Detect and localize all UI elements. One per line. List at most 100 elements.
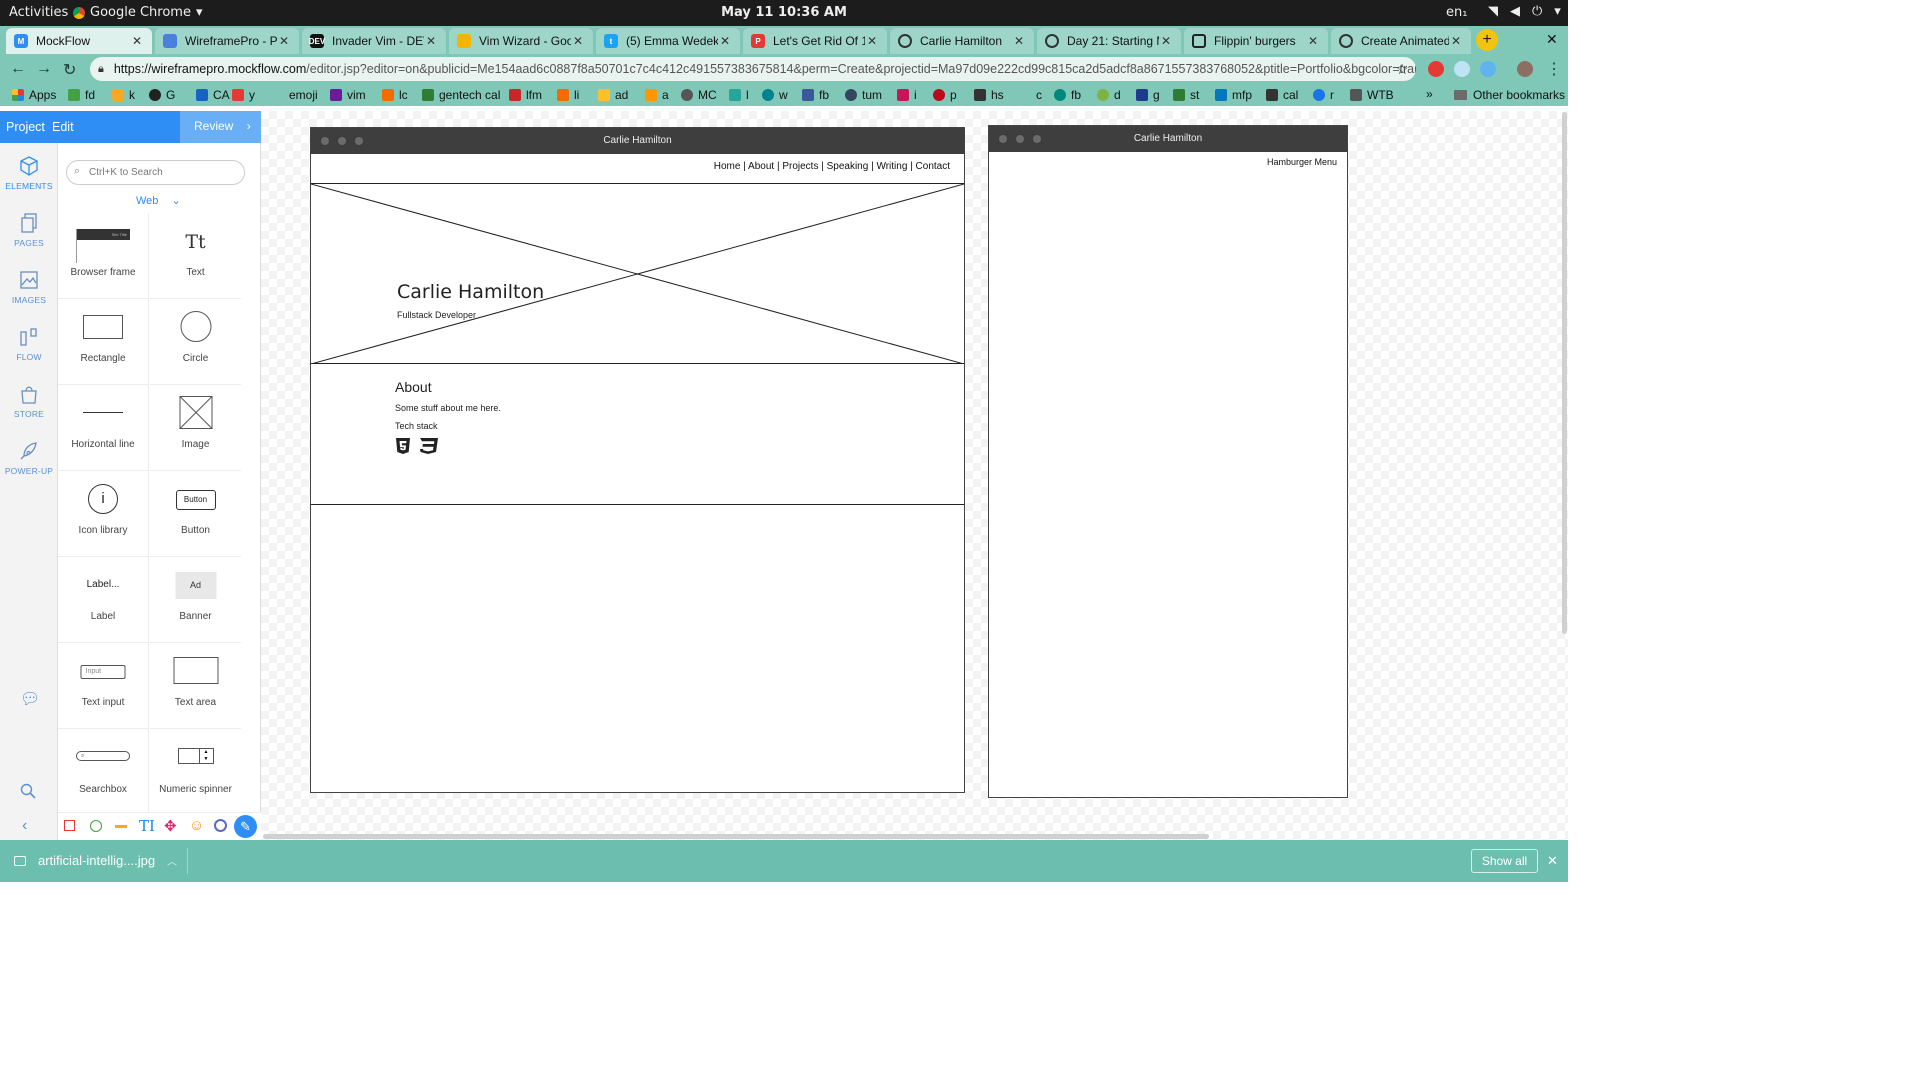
rail-flow[interactable]: FLOW bbox=[0, 326, 58, 362]
tab-flippin-burgers[interactable]: Flippin' burgers ✕ bbox=[1184, 28, 1328, 54]
wifi-icon[interactable]: ◥ bbox=[1488, 4, 1498, 19]
tab-carlie-hamilton[interactable]: Carlie Hamilton ✕ bbox=[890, 28, 1034, 54]
element-banner[interactable]: Ad Banner bbox=[150, 557, 241, 643]
hamburger-menu-label[interactable]: Hamburger Menu bbox=[1267, 157, 1337, 167]
element-text[interactable]: Tt Text bbox=[150, 213, 241, 299]
tab-vim-wizard[interactable]: Vim Wizard - Googl ✕ bbox=[449, 28, 593, 54]
close-icon[interactable]: ✕ bbox=[1159, 34, 1173, 48]
close-icon[interactable]: ✕ bbox=[865, 34, 879, 48]
bookmark-item[interactable]: d bbox=[1097, 88, 1121, 102]
app-menu[interactable]: Google Chrome ▾ bbox=[73, 5, 203, 20]
bookmark-item[interactable]: mfp bbox=[1215, 88, 1252, 102]
vertical-scrollbar[interactable] bbox=[1562, 112, 1567, 634]
menu-project[interactable]: Project bbox=[6, 120, 45, 134]
hero-image-placeholder[interactable]: Carlie Hamilton Fullstack Developer bbox=[311, 183, 964, 364]
element-image[interactable]: Image bbox=[150, 385, 241, 471]
element-horizontal-line[interactable]: Horizontal line bbox=[58, 385, 149, 471]
circle-tool-icon[interactable] bbox=[90, 820, 102, 832]
close-icon[interactable]: ✕ bbox=[1012, 34, 1026, 48]
zoom-icon[interactable] bbox=[20, 783, 36, 799]
bookmark-item[interactable]: vim bbox=[330, 88, 366, 102]
element-searchbox[interactable]: ⌕ Searchbox bbox=[58, 729, 149, 815]
clock[interactable]: May 11 10:36 AM bbox=[721, 5, 847, 20]
profile-avatar[interactable] bbox=[1517, 61, 1533, 77]
address-bar[interactable]: 🔒︎ https://wireframepro.mockflow.com/edi… bbox=[90, 57, 1416, 81]
bookmark-item[interactable]: a bbox=[645, 88, 669, 102]
review-button[interactable]: Review › bbox=[180, 111, 261, 143]
design-canvas[interactable]: Carlie Hamilton Home | About | Projects … bbox=[261, 111, 1568, 840]
text-tool-icon[interactable]: TI bbox=[139, 817, 155, 835]
emoji-tool-icon[interactable]: ☺ bbox=[189, 817, 204, 834]
element-button[interactable]: Button Button bbox=[150, 471, 241, 557]
line-tool-icon[interactable] bbox=[115, 825, 127, 828]
horizontal-scrollbar[interactable] bbox=[263, 834, 1209, 839]
bookmark-item[interactable]: fd bbox=[68, 88, 95, 102]
tab-16-9[interactable]: P Let's Get Rid Of 16:9 ✕ bbox=[743, 28, 887, 54]
chat-icon[interactable]: 💬︎ bbox=[20, 689, 40, 709]
bookmark-item[interactable]: G bbox=[149, 88, 175, 102]
element-label[interactable]: Label... Label bbox=[58, 557, 149, 643]
tab-mockflow[interactable]: M MockFlow ✕ bbox=[6, 28, 152, 54]
bookmark-item[interactable]: ad bbox=[598, 88, 628, 102]
search-input[interactable]: ⌕ Ctrl+K to Search bbox=[66, 160, 245, 185]
move-tool-icon[interactable]: ✥ bbox=[164, 817, 177, 835]
show-all-button[interactable]: Show all bbox=[1471, 849, 1538, 873]
rail-pages[interactable]: PAGES bbox=[0, 212, 58, 248]
rail-store[interactable]: STORE bbox=[0, 383, 58, 419]
new-tab-button[interactable]: + bbox=[1476, 29, 1498, 51]
bookmark-item[interactable]: hs bbox=[974, 88, 1004, 102]
bookmark-item[interactable]: i bbox=[897, 88, 917, 102]
bookmark-item[interactable]: r bbox=[1313, 88, 1334, 102]
brush-tool-icon[interactable]: ✎ bbox=[234, 815, 257, 838]
power-icon[interactable]: ⏻ bbox=[1532, 4, 1542, 19]
download-item[interactable]: artificial-intellig....jpg ︿ bbox=[14, 853, 177, 868]
close-icon[interactable]: ✕ bbox=[1547, 853, 1558, 869]
extension-opera-icon[interactable] bbox=[1428, 61, 1444, 77]
volume-icon[interactable]: ◀ bbox=[1510, 4, 1520, 19]
tab-wireframepro[interactable]: WireframePro - Por ✕ bbox=[155, 28, 299, 54]
bookmark-item[interactable]: w bbox=[762, 88, 788, 102]
bookmark-item[interactable]: lfm bbox=[509, 88, 542, 102]
bookmark-item[interactable]: CA bbox=[196, 88, 230, 102]
close-icon[interactable]: ✕ bbox=[424, 34, 438, 48]
about-section[interactable]: About Some stuff about me here. Tech sta… bbox=[311, 365, 964, 505]
menu-kebab-icon[interactable]: ⋮ bbox=[1546, 59, 1562, 79]
element-icon-library[interactable]: i Icon library bbox=[58, 471, 149, 557]
tab-day-21[interactable]: Day 21: Starting My ✕ bbox=[1037, 28, 1181, 54]
category-dropdown[interactable]: Web ⌄ bbox=[136, 194, 181, 207]
forward-arrow-icon[interactable]: → bbox=[36, 60, 52, 78]
rectangle-tool-icon[interactable] bbox=[64, 820, 75, 831]
close-icon[interactable]: ✕ bbox=[1449, 34, 1463, 48]
extension-icon[interactable] bbox=[1454, 61, 1470, 77]
bookmark-item[interactable]: WTB bbox=[1350, 88, 1394, 102]
bookmark-item[interactable]: li bbox=[557, 88, 579, 102]
bookmark-item[interactable]: k bbox=[112, 88, 135, 102]
close-icon[interactable]: ✕ bbox=[277, 34, 291, 48]
bookmark-item[interactable]: g bbox=[1136, 88, 1160, 102]
bookmark-star-icon[interactable]: ☆ bbox=[1396, 61, 1409, 78]
other-bookmarks-folder[interactable]: Other bookmarks bbox=[1454, 88, 1565, 102]
collapse-left-icon[interactable]: ‹ bbox=[22, 817, 27, 835]
close-icon[interactable]: ✕ bbox=[718, 34, 732, 48]
input-language[interactable]: en₁ bbox=[1446, 5, 1467, 20]
bookmark-item[interactable]: emoji bbox=[272, 88, 318, 102]
bookmarks-overflow-button[interactable]: » bbox=[1426, 87, 1433, 101]
close-icon[interactable]: ✕ bbox=[130, 34, 144, 48]
element-numeric-spinner[interactable]: ▲ ▼ Numeric spinner bbox=[150, 729, 241, 815]
tab-invader-vim[interactable]: DEV Invader Vim - DEV C ✕ bbox=[302, 28, 446, 54]
rail-images[interactable]: IMAGES bbox=[0, 269, 58, 305]
desktop-browser-frame[interactable]: Carlie Hamilton Home | About | Projects … bbox=[310, 127, 965, 793]
rail-elements[interactable]: ELEMENTS bbox=[0, 155, 58, 191]
bookmark-item[interactable]: MC bbox=[681, 88, 717, 102]
bookmark-item[interactable]: c bbox=[1019, 88, 1042, 102]
close-icon[interactable]: ✕ bbox=[1306, 34, 1320, 48]
bookmark-item[interactable]: fb bbox=[1054, 88, 1081, 102]
element-rectangle[interactable]: Rectangle bbox=[58, 299, 149, 385]
extension-filter-icon[interactable] bbox=[1480, 61, 1496, 77]
bookmark-item[interactable]: gentech cal bbox=[422, 88, 500, 102]
element-text-input[interactable]: Input Text input bbox=[58, 643, 149, 729]
chevron-down-icon[interactable]: ▾ bbox=[1554, 4, 1561, 19]
bookmark-item[interactable]: lc bbox=[382, 88, 408, 102]
target-tool-icon[interactable] bbox=[214, 819, 227, 832]
bookmark-item[interactable]: tum bbox=[845, 88, 882, 102]
